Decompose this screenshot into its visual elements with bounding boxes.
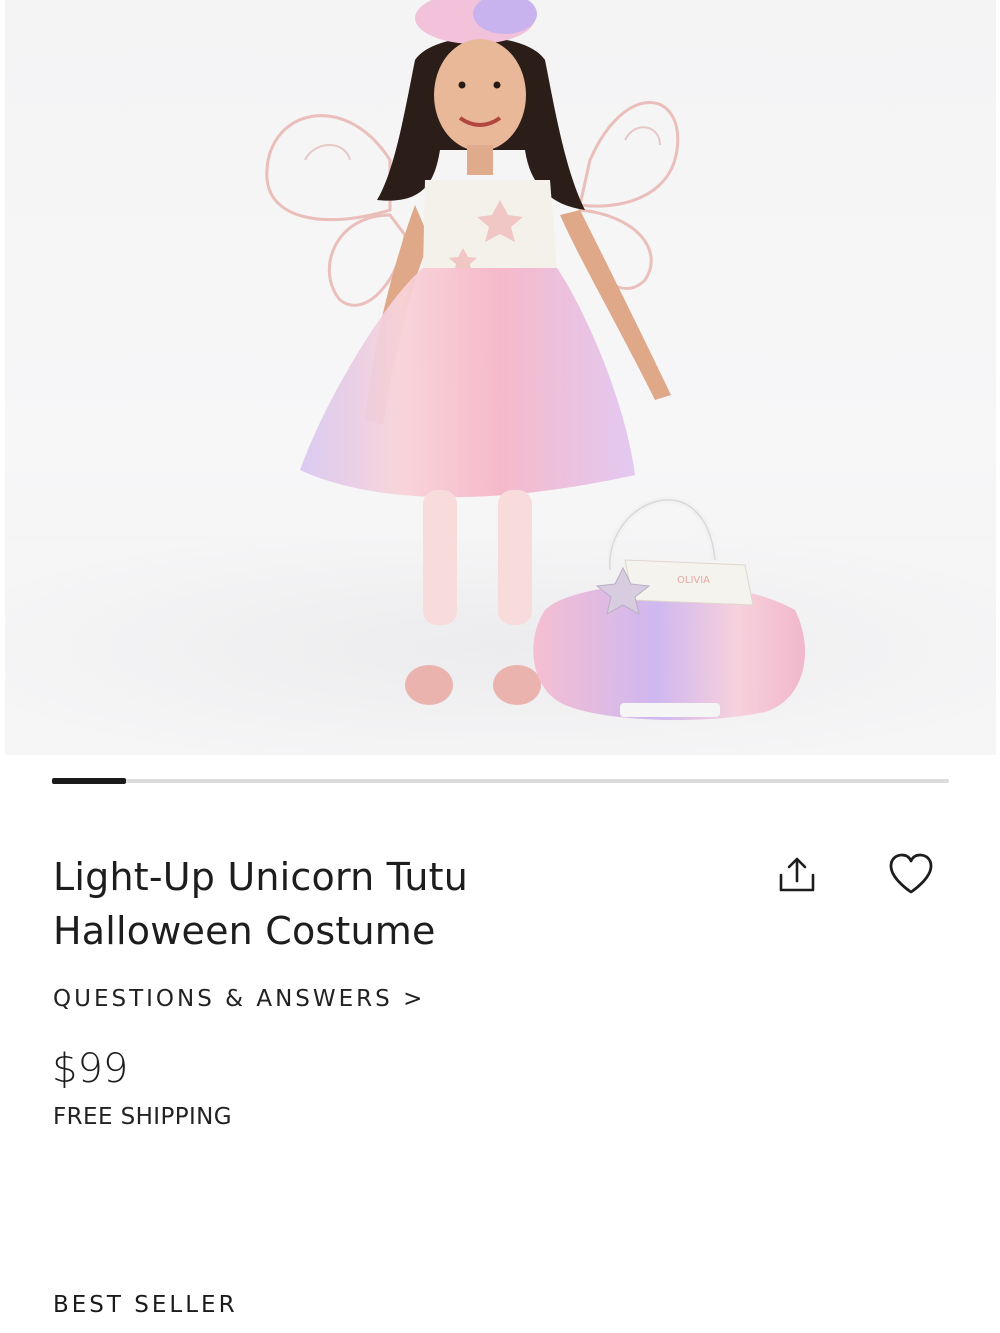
best-seller-badge: BEST SELLER [53,1292,238,1318]
bag-tag-text: OLIVIA [677,575,710,586]
tutu-treat-bag: OLIVIA [533,496,805,721]
product-title: Light-Up Unicorn Tutu Halloween Costume [53,850,713,958]
share-icon [779,857,815,892]
product-title-line-2: Halloween Costume [53,909,436,953]
shipping-info: FREE SHIPPING [53,1104,233,1130]
product-image[interactable]: OLIVIA [5,0,996,755]
share-button[interactable] [769,847,825,903]
product-price: $99 [52,1046,129,1092]
favorite-button[interactable] [883,846,939,902]
heart-icon [889,853,933,894]
image-gallery-progress-fill [52,778,126,784]
product-title-line-1: Light-Up Unicorn Tutu [53,855,468,899]
image-gallery-progress [52,778,949,784]
questions-answers-link[interactable]: QUESTIONS & ANSWERS > [53,986,425,1012]
product-photo-illustration: OLIVIA [5,0,996,755]
